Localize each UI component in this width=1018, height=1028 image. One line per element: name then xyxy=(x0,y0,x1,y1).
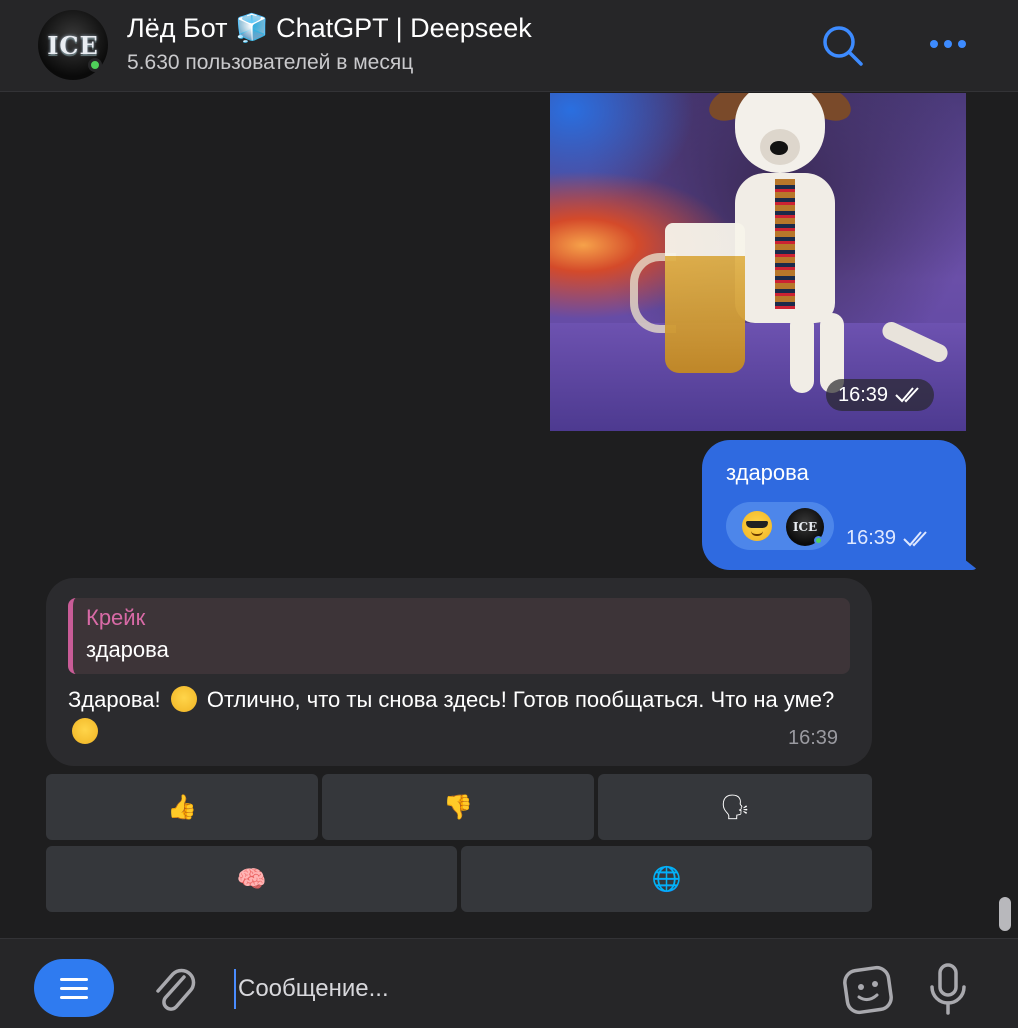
chat-subtitle: 5.630 пользователей в месяц xyxy=(127,51,414,74)
photo-timestamp: 16:39 xyxy=(826,379,935,411)
photo-shirt-embroidery xyxy=(775,179,795,309)
sticker-button[interactable] xyxy=(840,961,896,1017)
incoming-message-text: Здарова! Отлично, что ты снова здесь! Го… xyxy=(68,684,868,748)
speaking-head-icon: 🗣 xyxy=(719,793,751,821)
online-indicator xyxy=(88,58,102,72)
double-check-icon xyxy=(895,387,919,403)
outgoing-message-text: здарова xyxy=(726,460,809,485)
message-input-placeholder: Сообщение... xyxy=(238,975,389,1002)
chat-title[interactable]: Лёд Бот 🧊 ChatGPT | Deepseek xyxy=(127,12,532,44)
telegram-chat-window: ICE Лёд Бот 🧊 ChatGPT | Deepseek 5.630 п… xyxy=(0,0,1018,1028)
keyboard-button-dislike[interactable]: 👎 xyxy=(322,774,594,840)
outgoing-time-text: 16:39 xyxy=(846,527,897,549)
microphone-icon xyxy=(930,963,966,1015)
reaction-user-avatar: ICE xyxy=(786,508,824,546)
reply-author: Крейк xyxy=(86,605,146,630)
chat-header: ICE Лёд Бот 🧊 ChatGPT | Deepseek 5.630 п… xyxy=(0,0,1018,92)
thumbs-up-icon: 👍 xyxy=(167,793,197,821)
keyboard-button-like[interactable]: 👍 xyxy=(46,774,318,840)
reaction-avatar-text: ICE xyxy=(792,520,818,534)
menu-icon-bar xyxy=(60,986,88,990)
keyboard-button-language[interactable]: 🌐 xyxy=(461,846,872,912)
incoming-message[interactable]: Крейк здарова Здарова! Отлично, что ты с… xyxy=(46,578,872,766)
globe-icon: 🌐 xyxy=(651,865,682,893)
keyboard-button-voice[interactable]: 🗣 xyxy=(598,774,872,840)
search-button[interactable] xyxy=(820,24,866,68)
photo-dog-leg xyxy=(790,313,814,393)
double-check-icon xyxy=(903,530,927,546)
message-input[interactable]: Сообщение... xyxy=(234,969,794,1009)
winking-face-icon xyxy=(170,686,197,712)
incoming-text-part2: Отлично, что ты снова здесь! Готов пообщ… xyxy=(200,687,835,712)
incoming-timestamp: 16:39 xyxy=(788,727,839,749)
paperclip-icon xyxy=(156,968,196,1011)
outgoing-timestamp: 16:39 xyxy=(846,527,932,550)
menu-icon-bar xyxy=(60,995,88,999)
keyboard-button-brain[interactable]: 🧠 xyxy=(46,846,457,912)
incoming-text-part1: Здарова! xyxy=(68,687,167,712)
microphone-button[interactable] xyxy=(928,961,968,1017)
message-list[interactable]: 16:39 здарова ICE 16:39 Крейк здарова Зд… xyxy=(0,93,1018,938)
search-icon xyxy=(823,26,863,66)
more-dots-icon xyxy=(930,40,966,48)
bot-menu-button[interactable] xyxy=(34,959,114,1017)
message-composer: Сообщение... xyxy=(0,938,1018,1028)
reply-quote[interactable]: Крейк здарова xyxy=(68,598,850,674)
thinking-face-icon xyxy=(72,718,98,744)
avatar-logo-text: ICE xyxy=(47,30,99,60)
more-options-button[interactable] xyxy=(926,30,970,60)
scrollbar-thumb[interactable] xyxy=(997,895,1013,933)
sunglasses-emoji-icon xyxy=(742,511,772,541)
photo-time-text: 16:39 xyxy=(838,383,889,406)
reply-text: здарова xyxy=(86,637,169,662)
sticker-face-icon xyxy=(843,965,893,1015)
outgoing-message[interactable]: здарова ICE 16:39 xyxy=(702,440,966,570)
photo-dog-nose xyxy=(770,141,788,155)
reaction-pill[interactable]: ICE xyxy=(726,502,834,550)
attach-button[interactable] xyxy=(150,963,198,1015)
brain-icon: 🧠 xyxy=(236,865,267,893)
thumbs-down-icon: 👎 xyxy=(443,793,473,821)
photo-beer-mug xyxy=(665,223,745,373)
menu-icon xyxy=(60,977,88,981)
